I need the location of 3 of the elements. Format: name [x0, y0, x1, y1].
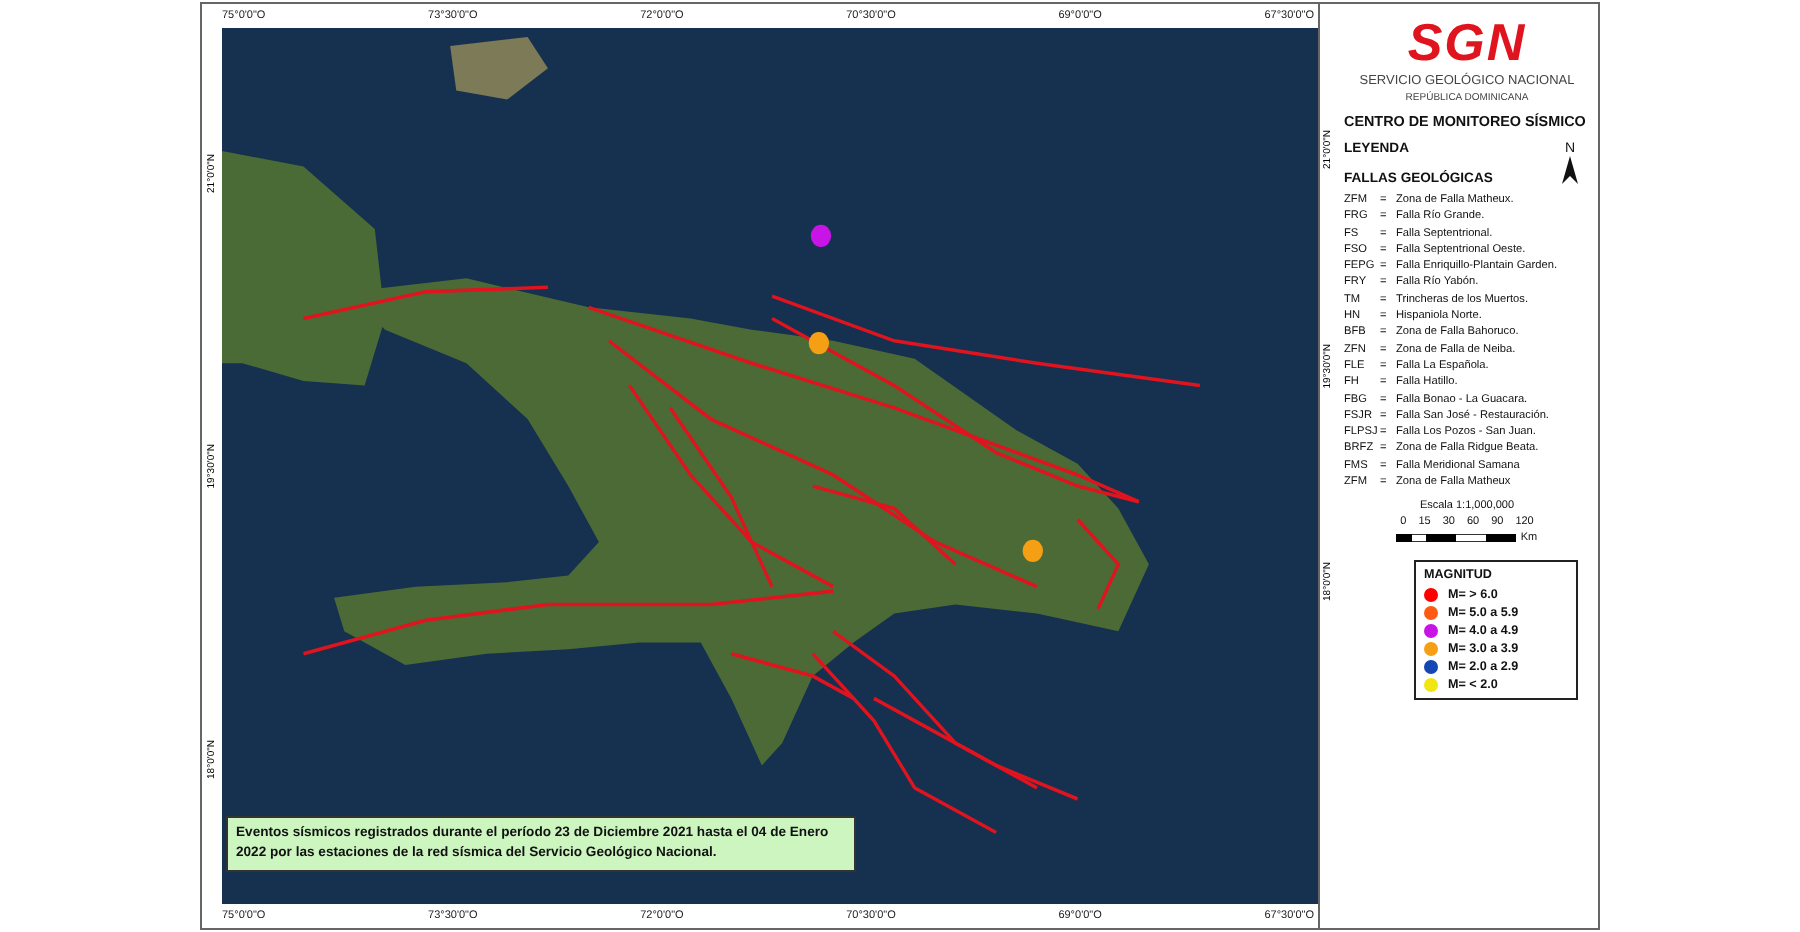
- north-arrow-icon: [1562, 156, 1578, 184]
- logo-text: SGN: [1407, 16, 1527, 68]
- scale-bar-icon: [1396, 534, 1517, 543]
